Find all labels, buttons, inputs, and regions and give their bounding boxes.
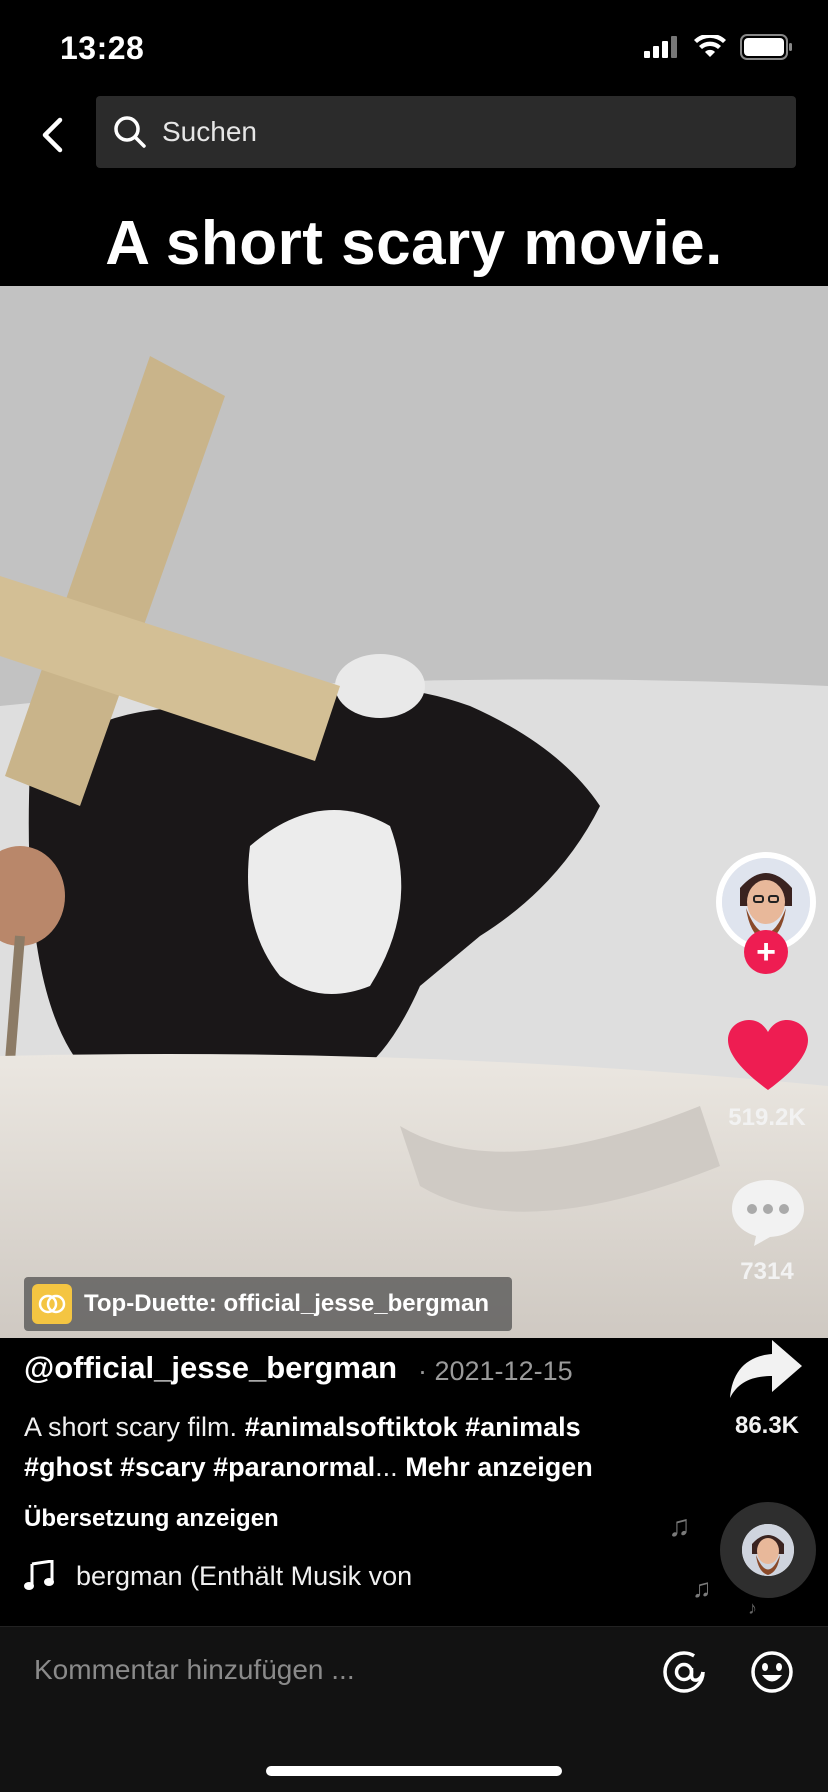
search-bar[interactable]: Suchen <box>96 96 796 168</box>
comment-count: 7314 <box>740 1258 794 1285</box>
back-arrow-icon[interactable] <box>30 110 80 160</box>
floating-music-note-icon: ♪ <box>748 1598 757 1618</box>
search-input[interactable]: Suchen <box>162 116 257 148</box>
share-count: 86.3K <box>734 1412 800 1439</box>
battery-icon <box>740 34 792 60</box>
music-disc-avatar <box>742 1524 794 1576</box>
video-player[interactable] <box>0 286 828 1338</box>
floating-music-note-icon: ♫ <box>668 1510 691 1543</box>
status-icons <box>644 34 794 60</box>
show-translation-link[interactable]: Übersetzung anzeigen <box>24 1505 279 1533</box>
top-duets-label: Top-Duette: official_jesse_bergman <box>84 1290 489 1317</box>
creator-username[interactable]: @official_jesse_bergman <box>24 1350 397 1386</box>
music-disc[interactable] <box>720 1502 816 1598</box>
music-title[interactable]: bergman (Enthält Musik von <box>76 1561 436 1592</box>
video-frame-illustration <box>0 286 828 1338</box>
status-time: 13:28 <box>60 30 145 66</box>
show-more-link[interactable]: Mehr anzeigen <box>405 1452 593 1482</box>
music-note-icon <box>24 1560 54 1590</box>
follow-plus-button[interactable]: + <box>744 930 788 974</box>
post-description: A short scary film. #animalsoftiktok #an… <box>24 1407 644 1487</box>
like-count: 519.2K <box>728 1104 806 1131</box>
music-row[interactable]: bergman (Enthält Musik von <box>24 1560 436 1592</box>
floating-music-note-icon: ♫ <box>692 1573 712 1603</box>
cellular-signal-icon <box>644 36 677 58</box>
comment-bubble-icon[interactable] <box>730 1178 806 1248</box>
emoji-icon[interactable] <box>750 1650 794 1694</box>
top-duets-badge[interactable]: Top-Duette: official_jesse_bergman <box>24 1277 512 1331</box>
comment-input[interactable]: Kommentar hinzufügen ... <box>34 1654 355 1686</box>
search-icon <box>114 116 146 148</box>
like-heart-icon[interactable] <box>728 1020 808 1092</box>
description-ellipsis: ... <box>375 1452 406 1482</box>
mention-at-icon[interactable] <box>662 1650 706 1694</box>
post-date: · 2021-12-15 <box>418 1356 573 1386</box>
video-caption: A short scary movie. <box>105 209 723 278</box>
hashtags-line-2[interactable]: #ghost #scary #paranormal <box>24 1452 375 1482</box>
wifi-icon <box>694 35 726 57</box>
hashtags-line-1[interactable]: #animalsoftiktok #animals <box>245 1412 581 1442</box>
home-indicator <box>266 1766 562 1776</box>
duet-icon <box>32 1284 72 1324</box>
description-text: A short scary film. <box>24 1412 245 1442</box>
share-arrow-icon[interactable] <box>728 1338 804 1400</box>
